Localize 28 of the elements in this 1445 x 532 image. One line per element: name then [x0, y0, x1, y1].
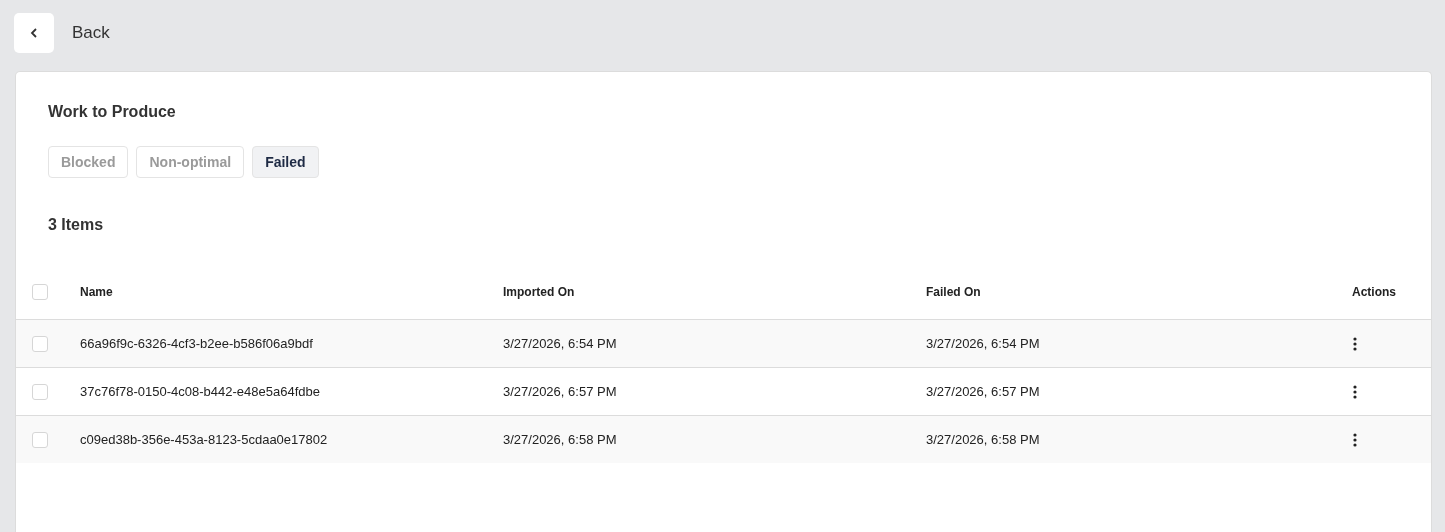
row-checkbox[interactable] [32, 383, 48, 400]
filter-tab[interactable]: Failed [252, 146, 319, 178]
table-cell: 3/27/2026, 6:58 PM [926, 432, 1040, 447]
table-cell: c09ed38b-356e-453a-8123-5cdaa0e17802 [80, 432, 328, 447]
more-options-icon[interactable] [1353, 432, 1357, 447]
table-cell: 3/27/2026, 6:57 PM [503, 384, 617, 399]
filter-tab[interactable]: Non-optimal [136, 146, 245, 178]
row-checkbox[interactable] [32, 335, 48, 352]
back-button[interactable] [14, 12, 54, 53]
table-cell: 37c76f78-0150-4c08-b442-e48e5a64fdbe [80, 384, 320, 399]
column-header: Failed On [926, 284, 981, 299]
table-cell: 3/27/2026, 6:58 PM [503, 432, 617, 447]
row-checkbox[interactable] [32, 431, 48, 448]
filter-tab[interactable]: Blocked [48, 146, 129, 178]
chevron-left-icon [30, 27, 38, 38]
table-cell: 66a96f9c-6326-4cf3-b2ee-b586f06a9bdf [80, 336, 313, 351]
table-cell: 3/27/2026, 6:57 PM [926, 384, 1040, 399]
column-header: Actions [1352, 284, 1396, 299]
table-cell: 3/27/2026, 6:54 PM [926, 336, 1040, 351]
more-options-icon[interactable] [1353, 336, 1357, 351]
back-label: Back [72, 22, 110, 43]
column-header: Name [80, 284, 113, 299]
column-header: Imported On [503, 284, 575, 299]
item-count: 3 Items [48, 216, 105, 234]
section-title: Work to Produce [48, 103, 177, 121]
select-all-checkbox[interactable] [32, 283, 48, 300]
more-options-icon[interactable] [1353, 384, 1357, 399]
table-cell: 3/27/2026, 6:54 PM [503, 336, 617, 351]
